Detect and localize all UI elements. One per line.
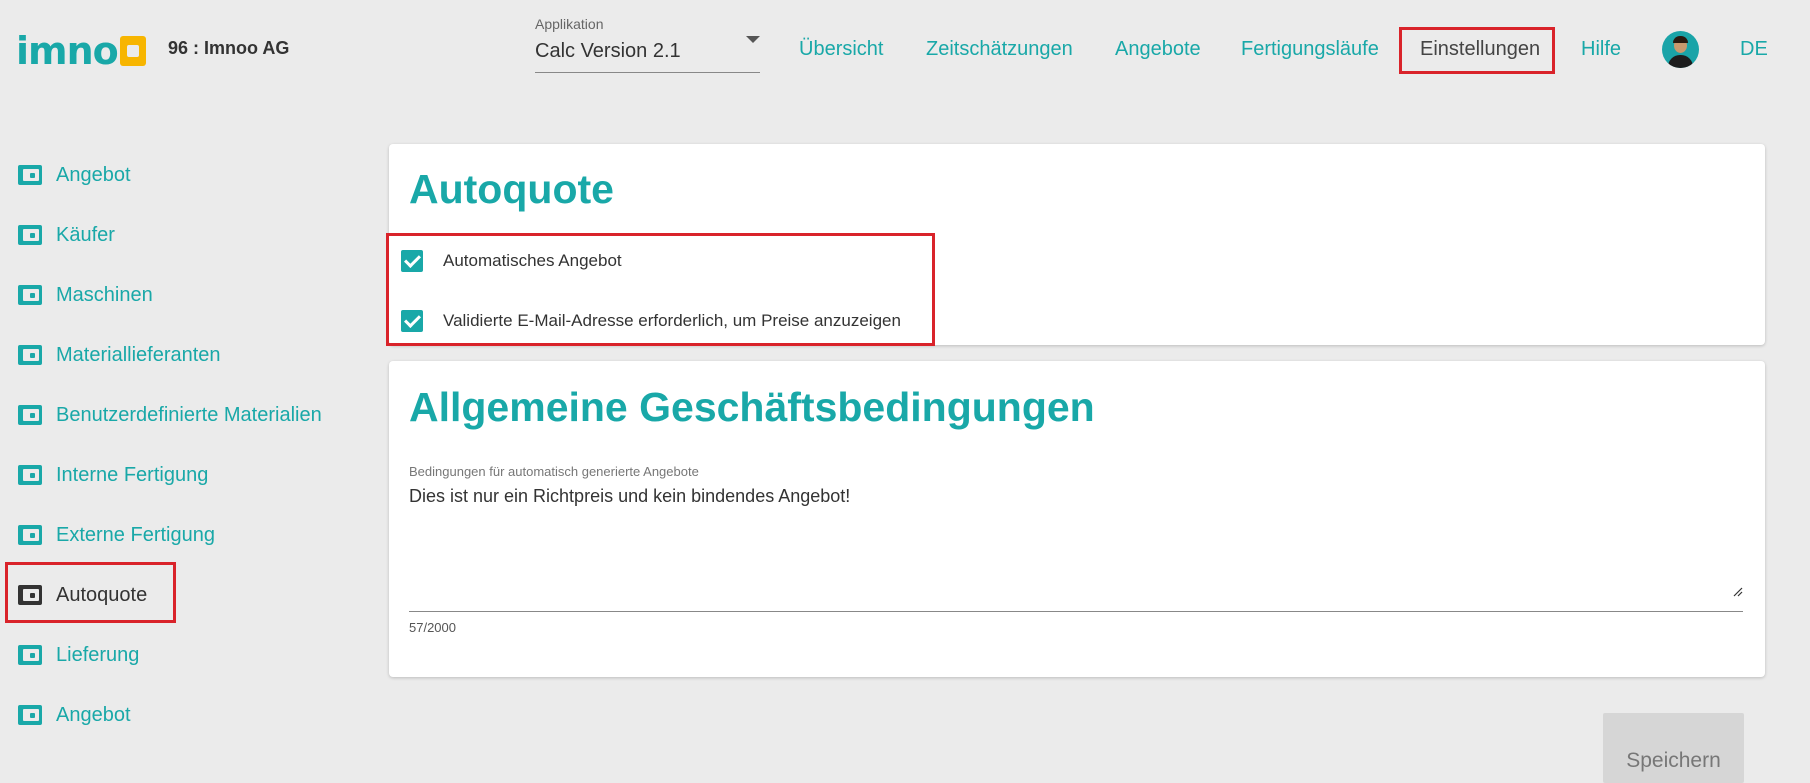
wallet-icon xyxy=(18,165,44,185)
company-name: 96 : Imnoo AG xyxy=(168,38,290,58)
highlight-box-autoquote xyxy=(5,562,176,623)
sidebar-item-angebot[interactable]: Angebot xyxy=(18,155,131,195)
logo-text: imno xyxy=(16,29,119,73)
wallet-icon xyxy=(18,525,44,545)
sidebar-item-kaeufer[interactable]: Käufer xyxy=(18,215,115,255)
save-button[interactable]: Speichern xyxy=(1603,713,1744,783)
application-select-label: Applikation xyxy=(535,16,604,32)
wallet-icon xyxy=(18,405,44,425)
sidebar-item-label: Angebot xyxy=(56,703,131,726)
sidebar-item-label: Käufer xyxy=(56,223,115,246)
highlight-box-checkboxes xyxy=(386,233,935,346)
logo-box-icon xyxy=(119,36,146,66)
nav-uebersicht[interactable]: Übersicht xyxy=(799,38,883,61)
agb-card: Allgemeine Geschäftsbedingungen Bedingun… xyxy=(389,361,1765,677)
sidebar-item-maschinen[interactable]: Maschinen xyxy=(18,275,153,315)
sidebar-item-label: Materiallieferanten xyxy=(56,343,221,366)
wallet-icon xyxy=(18,465,44,485)
sidebar-item-interne-fertigung[interactable]: Interne Fertigung xyxy=(18,455,208,495)
wallet-icon xyxy=(18,645,44,665)
sidebar-item-lieferung[interactable]: Lieferung xyxy=(18,635,139,675)
sidebar-item-benutzerdefinierte-materialien[interactable]: Benutzerdefinierte Materialien xyxy=(18,395,322,435)
wallet-icon xyxy=(18,705,44,725)
wallet-icon xyxy=(18,285,44,305)
sidebar-item-label: Lieferung xyxy=(56,643,140,666)
agb-title: Allgemeine Geschäftsbedingungen xyxy=(409,384,1095,430)
autoquote-card: Autoquote Automatisches Angebot Validier… xyxy=(386,144,1765,346)
nav-fertigungslaeufe[interactable]: Fertigungsläufe xyxy=(1241,38,1379,61)
application-select[interactable]: Applikation Calc Version 2.1 xyxy=(535,14,760,73)
character-counter: 57/2000 xyxy=(409,620,456,635)
terms-field-label: Bedingungen für automatisch generierte A… xyxy=(409,464,699,479)
sidebar-item-label: Benutzerdefinierte Materialien xyxy=(56,403,322,426)
autoquote-title: Autoquote xyxy=(409,166,614,212)
sidebar-item-label: Interne Fertigung xyxy=(56,463,209,486)
wallet-icon xyxy=(18,225,44,245)
top-header: imno 96 : Imnoo AG Applikation Calc Vers… xyxy=(0,0,1810,100)
sidebar-item-label: Angebot xyxy=(56,163,131,186)
user-avatar[interactable] xyxy=(1662,31,1699,68)
sidebar-item-angebot-2[interactable]: Angebot xyxy=(18,695,131,735)
nav-zeitschaetzungen[interactable]: Zeitschätzungen xyxy=(926,38,1073,61)
caret-down-icon[interactable] xyxy=(746,36,760,43)
language-switch[interactable]: DE xyxy=(1740,38,1768,61)
sidebar-item-label: Maschinen xyxy=(56,283,153,306)
resize-grip-icon[interactable] xyxy=(1733,587,1743,597)
nav-hilfe[interactable]: Hilfe xyxy=(1581,38,1621,61)
sidebar-item-externe-fertigung[interactable]: Externe Fertigung xyxy=(18,515,215,555)
sidebar-item-materiallieferanten[interactable]: Materiallieferanten xyxy=(18,335,221,375)
sidebar-item-label: Externe Fertigung xyxy=(56,523,215,546)
highlight-box-einstellungen xyxy=(1399,27,1555,74)
application-select-value: Calc Version 2.1 xyxy=(535,40,681,62)
wallet-icon xyxy=(18,345,44,365)
nav-angebote[interactable]: Angebote xyxy=(1115,38,1201,61)
imnoo-logo[interactable]: imno xyxy=(16,32,146,70)
terms-textarea[interactable]: Dies ist nur ein Richtpreis und kein bin… xyxy=(409,486,1743,612)
